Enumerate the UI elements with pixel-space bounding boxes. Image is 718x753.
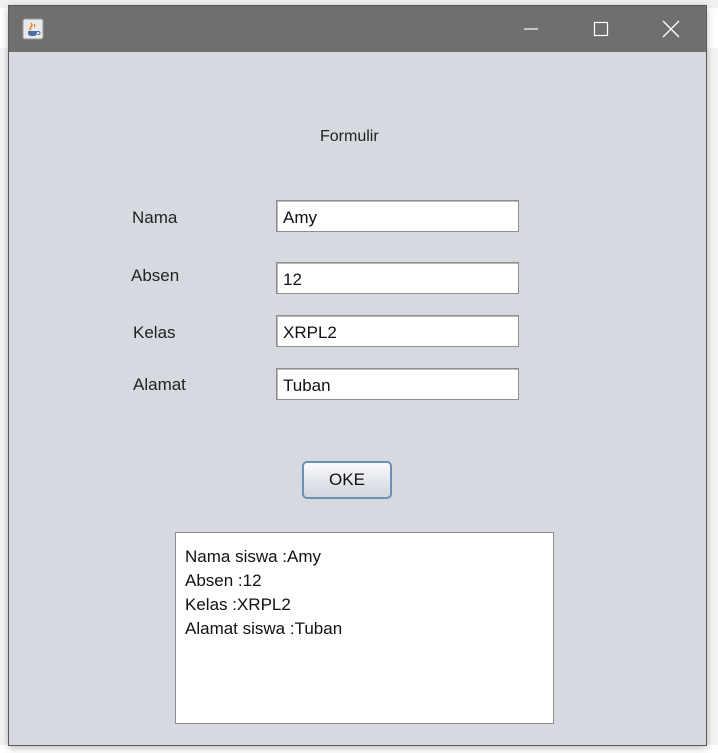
java-cup-icon xyxy=(22,18,44,40)
output-textarea[interactable]: Nama siswa :Amy Absen :12 Kelas :XRPL2 A… xyxy=(175,532,554,724)
output-line-nama: Nama siswa :Amy xyxy=(185,547,322,566)
minimize-button[interactable] xyxy=(496,6,566,52)
label-nama: Nama xyxy=(132,208,178,227)
label-kelas: Kelas xyxy=(133,323,176,342)
label-absen: Absen xyxy=(131,266,180,285)
close-button[interactable] xyxy=(636,6,706,52)
form-panel: Formulir Nama Absen Kelas Alamat OKE Nam… xyxy=(9,52,706,745)
maximize-icon xyxy=(593,21,609,37)
minimize-icon xyxy=(524,28,538,30)
form-title: Formulir xyxy=(320,128,379,145)
window-titlebar[interactable] xyxy=(9,6,706,52)
kelas-input[interactable] xyxy=(276,315,519,347)
output-line-kelas: Kelas :XRPL2 xyxy=(185,595,291,614)
absen-input[interactable] xyxy=(276,262,519,294)
background-bottom xyxy=(0,745,718,753)
formulir-window: Formulir Nama Absen Kelas Alamat OKE Nam… xyxy=(9,6,706,745)
oke-button[interactable]: OKE xyxy=(302,461,392,499)
output-line-absen: Absen :12 xyxy=(185,571,262,590)
output-line-alamat: Alamat siswa :Tuban xyxy=(185,619,343,638)
background-right-gutter xyxy=(704,48,718,748)
alamat-input[interactable] xyxy=(276,368,519,400)
label-alamat: Alamat xyxy=(133,375,186,394)
close-icon xyxy=(662,20,680,38)
nama-input[interactable] xyxy=(276,200,519,232)
maximize-button[interactable] xyxy=(566,6,636,52)
